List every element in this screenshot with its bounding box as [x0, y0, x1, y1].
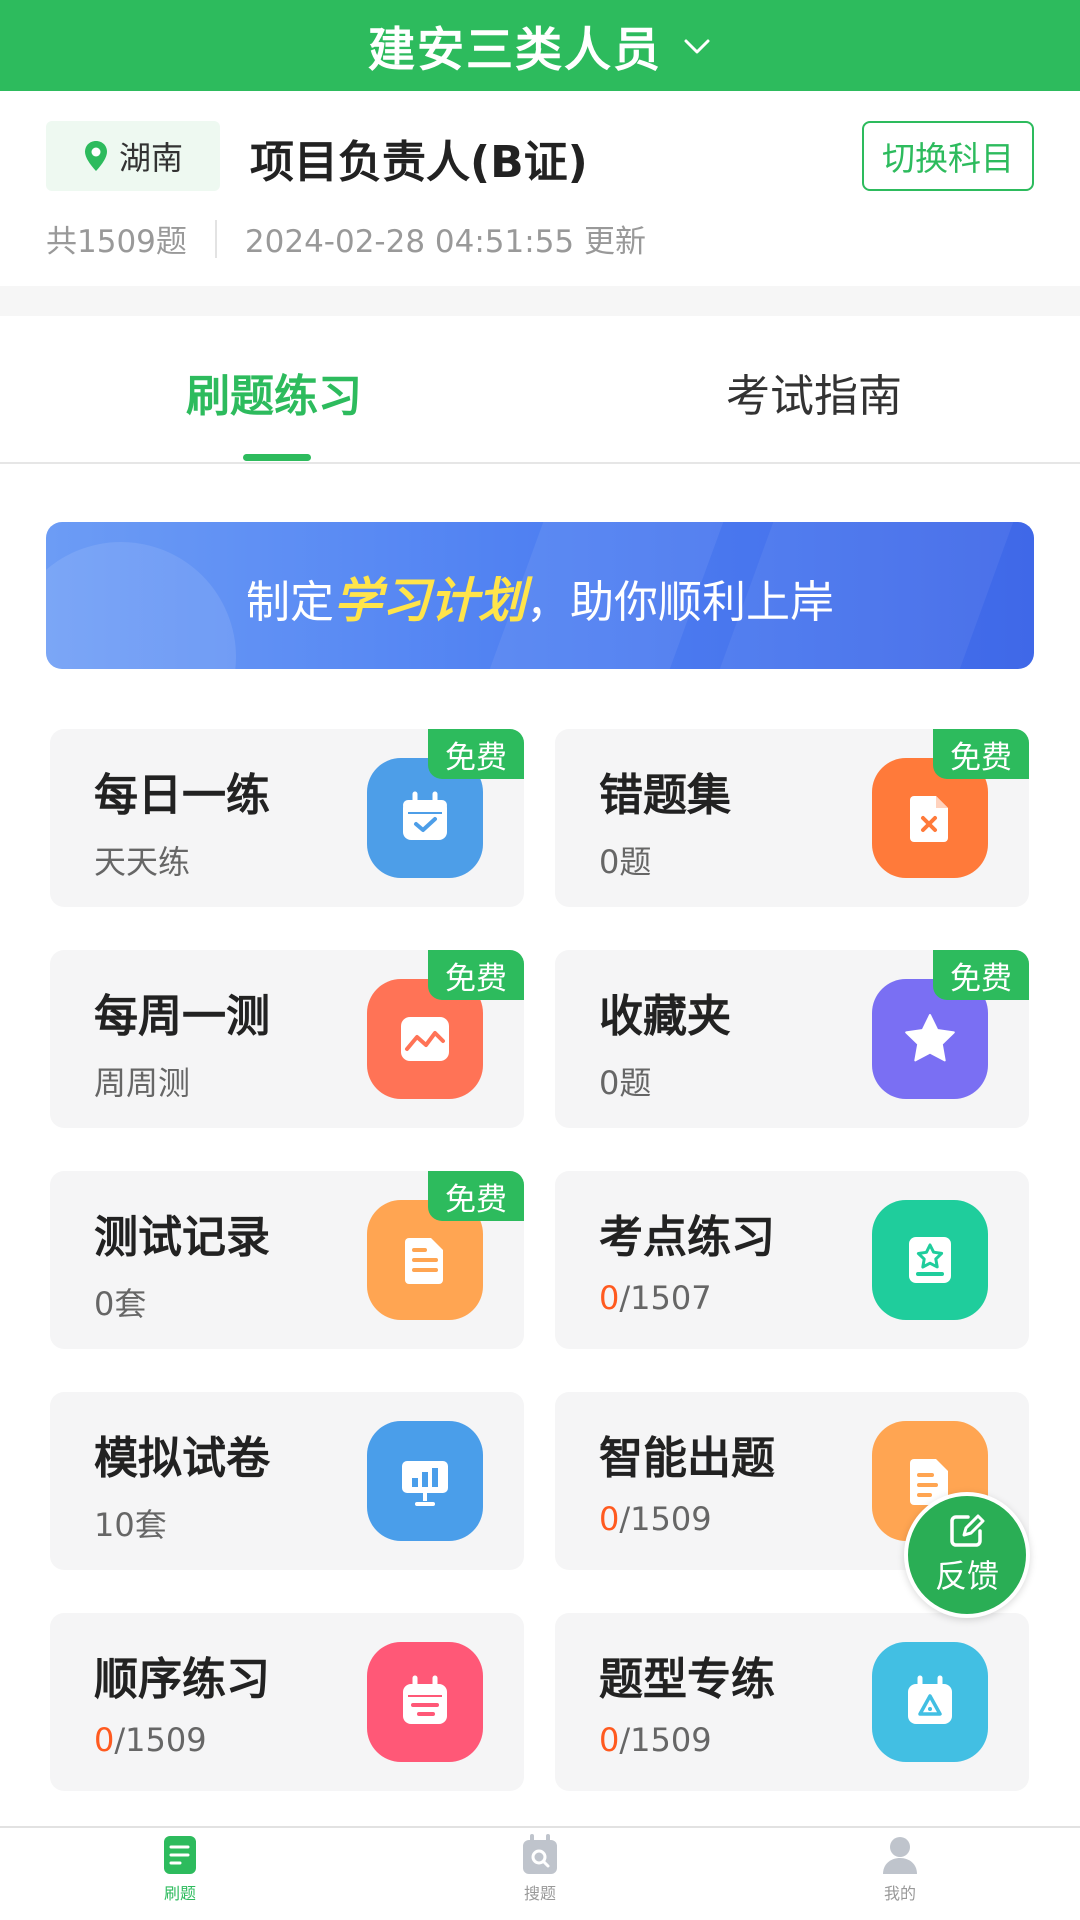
- divider: [214, 219, 217, 258]
- study-plan-banner[interactable]: 制定 学习计划 ，助你顺利上岸: [46, 522, 1034, 669]
- region-tag[interactable]: 湖南: [46, 121, 220, 191]
- calendar-check-icon: [403, 791, 447, 840]
- banner-prefix: 制定: [245, 576, 334, 628]
- card-progress: 0/1507: [599, 1279, 712, 1317]
- question-count: 共1509题: [46, 224, 187, 260]
- tabbar-item-practice[interactable]: 刷题: [110, 1834, 250, 1904]
- card-progress: 0/1509: [94, 1721, 207, 1759]
- tab-exam-guide[interactable]: 考试指南: [726, 360, 902, 424]
- user-icon: [883, 1837, 917, 1874]
- tabbar-item-mine[interactable]: 我的: [830, 1834, 970, 1904]
- card-title: 顺序练习: [94, 1654, 270, 1705]
- free-badge: 免费: [933, 950, 1029, 1000]
- progress-done: 0: [599, 1500, 620, 1538]
- card-title: 每日一练: [94, 770, 270, 821]
- card-mock-exams[interactable]: 模拟试卷 10套: [50, 1392, 524, 1570]
- feedback-label: 反馈: [934, 1557, 999, 1595]
- chevron-down-icon[interactable]: [682, 31, 712, 61]
- free-badge: 免费: [428, 950, 524, 1000]
- tab-bar: 刷题练习 考试指南: [0, 316, 1080, 464]
- progress-total: /1509: [619, 1500, 712, 1538]
- banner-decoration: [46, 542, 236, 669]
- banner-suffix: ，助你顺利上岸: [526, 576, 834, 628]
- edit-feedback-icon: [950, 1514, 985, 1547]
- bottom-tab-bar: 刷题 搜题 我的: [0, 1826, 1080, 1920]
- progress-total: /1507: [619, 1279, 712, 1317]
- card-title: 错题集: [599, 770, 731, 821]
- card-icon-bg: [872, 1200, 988, 1320]
- banner-text: 制定 学习计划 ，助你顺利上岸: [246, 561, 834, 631]
- trend-chart-icon: [401, 1017, 449, 1061]
- card-wrong-questions[interactable]: 错题集 0题 免费: [555, 729, 1029, 907]
- tabbar-label: 搜题: [523, 1884, 556, 1903]
- progress-total: /1509: [619, 1721, 712, 1759]
- star-icon: [905, 1014, 955, 1062]
- region-label: 湖南: [118, 139, 183, 177]
- top-bar[interactable]: 建安三类人员: [0, 0, 1080, 91]
- presentation-board-icon: [402, 1461, 448, 1506]
- progress-done: 0: [599, 1279, 620, 1317]
- card-subtitle: 0套: [94, 1285, 147, 1323]
- progress-done: 0: [599, 1721, 620, 1759]
- subject-meta: 共1509题 2024-02-28 04:51:55 更新: [46, 216, 646, 261]
- card-test-records[interactable]: 测试记录 0套 免费: [50, 1171, 524, 1349]
- card-icon-bg: [367, 1421, 483, 1541]
- card-favorites[interactable]: 收藏夹 0题 免费: [555, 950, 1029, 1128]
- location-pin-icon: [84, 141, 107, 171]
- free-badge: 免费: [428, 1171, 524, 1221]
- search-calendar-icon: [523, 1834, 557, 1874]
- update-time: 2024-02-28 04:51:55 更新: [244, 224, 646, 260]
- progress-total: /1509: [114, 1721, 207, 1759]
- feedback-button[interactable]: 反馈: [904, 1492, 1030, 1618]
- card-weekly-test[interactable]: 每周一测 周周测 免费: [50, 950, 524, 1128]
- card-progress: 0/1509: [599, 1500, 712, 1538]
- card-progress: 0/1509: [599, 1721, 712, 1759]
- switch-subject-button[interactable]: 切换科目: [862, 121, 1034, 191]
- free-badge: 免费: [428, 729, 524, 779]
- card-title: 模拟试卷: [94, 1433, 270, 1484]
- card-title: 收藏夹: [599, 991, 731, 1042]
- practice-doc-icon: [164, 1836, 196, 1874]
- free-badge: 免费: [933, 729, 1029, 779]
- list-calendar-icon: [403, 1675, 447, 1724]
- section-gap: [0, 286, 1080, 316]
- card-title: 智能出题: [599, 1433, 775, 1484]
- card-key-points-practice[interactable]: 考点练习 0/1507: [555, 1171, 1029, 1349]
- tab-practice[interactable]: 刷题练习: [186, 360, 362, 424]
- card-daily-practice[interactable]: 每日一练 天天练 免费: [50, 729, 524, 907]
- card-subtitle: 周周测: [94, 1064, 191, 1102]
- triangle-calendar-icon: [908, 1675, 952, 1724]
- card-question-type-practice[interactable]: 题型专练 0/1509: [555, 1613, 1029, 1791]
- progress-done: 0: [94, 1721, 115, 1759]
- card-subtitle: 0题: [599, 1064, 652, 1102]
- card-title: 考点练习: [599, 1212, 775, 1263]
- card-icon-bg: [872, 1642, 988, 1762]
- subject-info: 湖南 项目负责人(B证) 切换科目 共1509题 2024-02-28 04:5…: [0, 91, 1080, 286]
- card-sequential-practice[interactable]: 顺序练习 0/1509: [50, 1613, 524, 1791]
- wrong-doc-icon: [910, 796, 948, 842]
- card-subtitle: 10套: [94, 1506, 167, 1544]
- tab-active-indicator: [243, 454, 311, 461]
- tabbar-item-search[interactable]: 搜题: [470, 1834, 610, 1904]
- star-card-icon: [909, 1237, 951, 1283]
- document-icon: [405, 1238, 443, 1284]
- card-icon-bg: [367, 1642, 483, 1762]
- category-title[interactable]: 建安三类人员: [368, 11, 662, 80]
- card-title: 每周一测: [94, 991, 270, 1042]
- banner-highlight: 学习计划: [333, 572, 526, 629]
- subject-title: 项目负责人(B证): [250, 137, 588, 188]
- card-title: 测试记录: [94, 1212, 270, 1263]
- tabbar-label: 我的: [883, 1884, 916, 1903]
- card-subtitle: 天天练: [94, 843, 191, 881]
- tabbar-label: 刷题: [163, 1884, 196, 1903]
- card-title: 题型专练: [599, 1654, 775, 1705]
- card-subtitle: 0题: [599, 843, 652, 881]
